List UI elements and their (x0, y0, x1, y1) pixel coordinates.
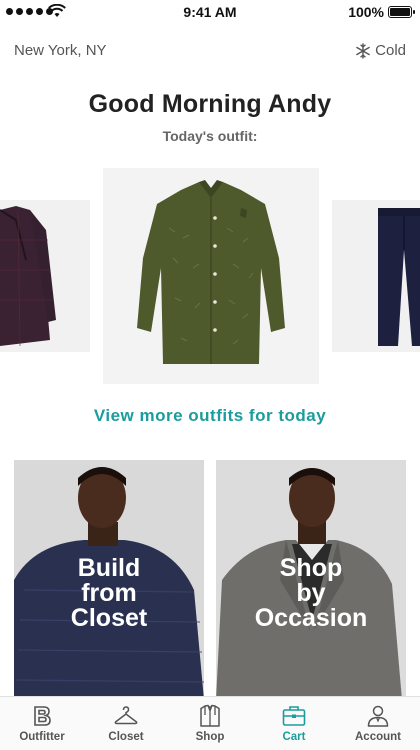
view-more-outfits-link[interactable]: View more outfits for today (0, 406, 420, 426)
tab-closet-label: Closet (108, 731, 144, 743)
tab-closet[interactable]: Closet (84, 697, 168, 750)
tab-account-label: Account (355, 731, 401, 743)
shop-by-occasion-label: Shop by Occasion (254, 554, 368, 632)
shop-by-occasion-tile[interactable]: Shop by Occasion (216, 460, 406, 700)
tab-bar: Outfitter Closet Shop Cart Account (0, 696, 420, 750)
shirt-image (103, 168, 319, 384)
location-label: New York, NY (14, 42, 107, 59)
outfit-subtitle: Today's outfit: (162, 128, 258, 144)
build-from-closet-tile[interactable]: Build from Closet (14, 460, 204, 700)
tab-cart-label: Cart (282, 731, 306, 743)
tab-cart[interactable]: Cart (252, 697, 336, 750)
greeting-title: Good Morning Andy (88, 90, 332, 118)
outfit-card-pants[interactable] (332, 200, 420, 352)
hanger-icon (114, 706, 138, 725)
briefcase-icon (282, 706, 306, 726)
weather-indicator[interactable]: Cold (355, 42, 406, 59)
person-icon (367, 705, 389, 727)
shirt-icon (200, 704, 220, 727)
tab-shop[interactable]: Shop (168, 697, 252, 750)
battery-percentage: 100% (348, 4, 384, 20)
tab-shop-label: Shop (195, 731, 225, 743)
weather-label: Cold (375, 42, 406, 59)
outfitter-logo-icon (34, 706, 51, 726)
tab-outfitter-label: Outfitter (19, 731, 65, 743)
build-from-closet-label: Build from Closet (70, 554, 148, 632)
outfit-card-coat[interactable] (0, 200, 90, 352)
snowflake-icon (356, 42, 370, 59)
outfit-card-shirt[interactable] (103, 168, 319, 384)
coat-image (0, 200, 90, 352)
status-bar: 9:41 AM 100% (0, 0, 420, 24)
pants-image (332, 200, 420, 352)
battery-icon (388, 6, 415, 18)
tab-account[interactable]: Account (336, 697, 420, 750)
tab-outfitter[interactable]: Outfitter (0, 697, 84, 750)
